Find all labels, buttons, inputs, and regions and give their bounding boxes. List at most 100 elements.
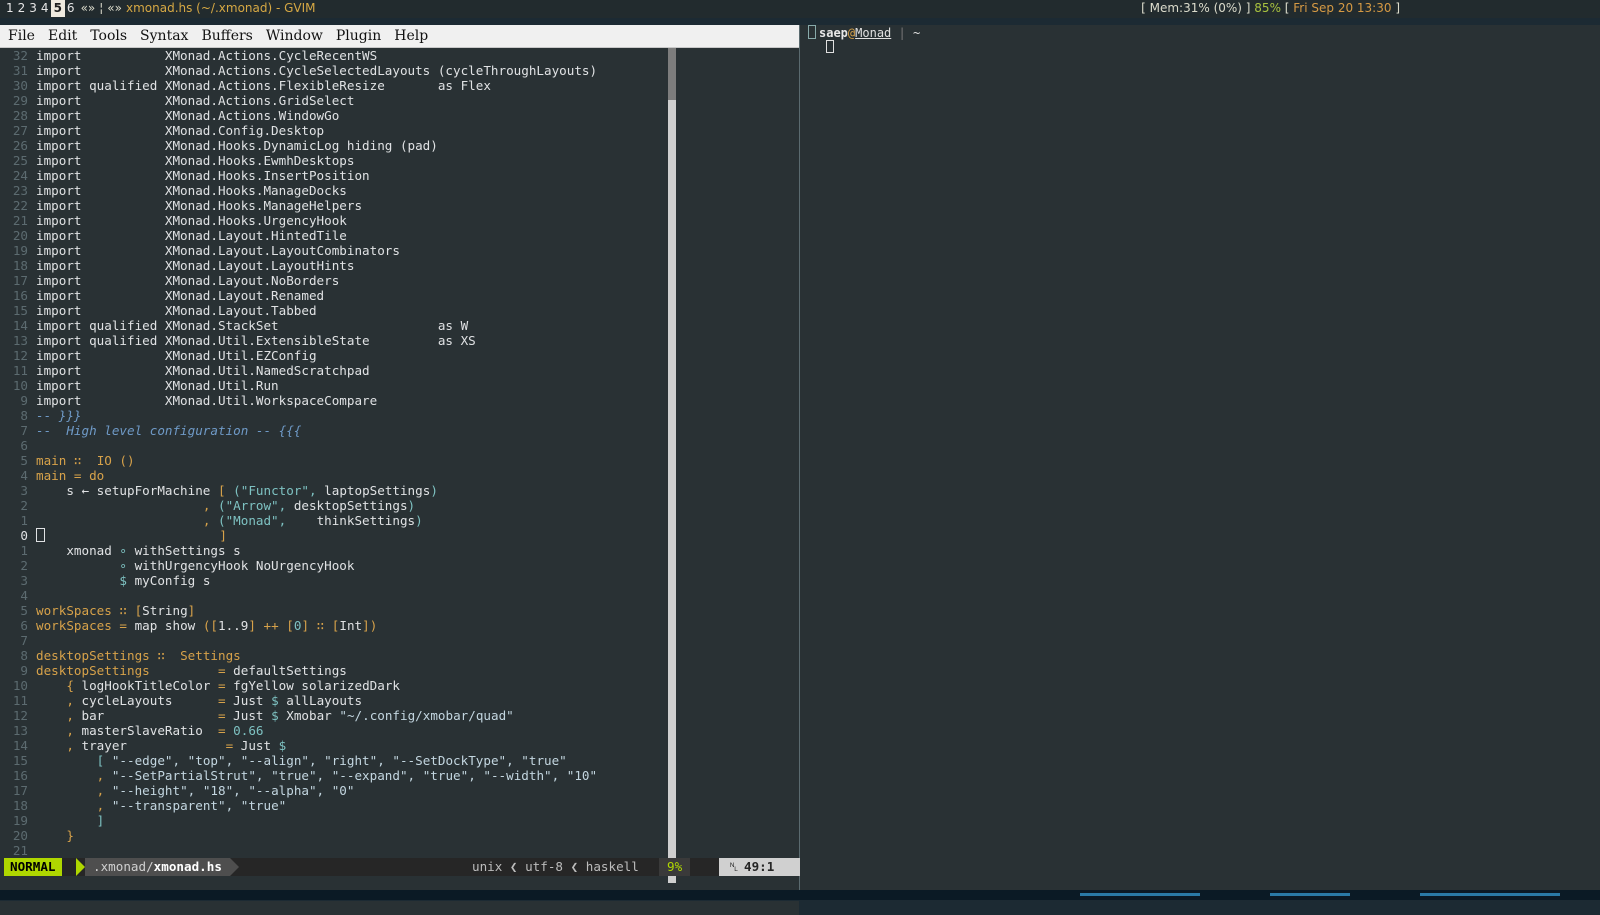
- code-token: trayer: [81, 738, 226, 753]
- code-token: xmonad: [36, 543, 120, 558]
- code-line[interactable]: 12 , bar = Just $ Xmobar "~/.config/xmob…: [0, 708, 670, 723]
- code-line[interactable]: 4: [0, 588, 670, 603]
- line-number: 14: [12, 738, 28, 753]
- code-line[interactable]: 16 , "--SetPartialStrut", "true", "--exp…: [0, 768, 670, 783]
- code-line[interactable]: 7 -- High level configuration -- {{{: [0, 423, 670, 438]
- code-line[interactable]: 9 desktopSettings = defaultSettings: [0, 663, 670, 678]
- code-line[interactable]: 19 ]: [0, 813, 670, 828]
- menu-buffers[interactable]: Buffers: [201, 25, 252, 47]
- code-line[interactable]: 8 -- }}}: [0, 408, 670, 423]
- code-line[interactable]: 13 , masterSlaveRatio = 0.66: [0, 723, 670, 738]
- code-line[interactable]: 5 main ∷ IO (): [0, 453, 670, 468]
- line-number: 3: [20, 573, 28, 588]
- code-line[interactable]: 6 workSpaces = map show ([1..9] ++ [0] ∷ …: [0, 618, 670, 633]
- code-line[interactable]: 15 import XMonad.Layout.Tabbed: [0, 303, 670, 318]
- code-editor[interactable]: 32 import XMonad.Actions.CycleRecentWS 31 i…: [0, 48, 670, 883]
- desktop-wallpaper-strip: [0, 890, 1600, 900]
- code-line[interactable]: 23 import XMonad.Hooks.ManageDocks: [0, 183, 670, 198]
- code-line[interactable]: 2 ∘ withUrgencyHook NoUrgencyHook: [0, 558, 670, 573]
- code-line[interactable]: 26 import XMonad.Hooks.DynamicLog hiding …: [0, 138, 670, 153]
- code-line[interactable]: 21: [0, 843, 670, 858]
- code-line[interactable]: 31 import XMonad.Actions.CycleSelectedLay…: [0, 63, 670, 78]
- code-line[interactable]: 17 , "--height", "18", "--alpha", "0": [0, 783, 670, 798]
- code-token: "--SetPartialStrut", "true", "--expand",…: [111, 768, 598, 783]
- menu-help[interactable]: Help: [394, 25, 428, 47]
- line-number: 32: [12, 48, 28, 63]
- code-token: withUrgencyHook NoUrgencyHook: [127, 558, 355, 573]
- code-line[interactable]: 18 , "--transparent", "true": [0, 798, 670, 813]
- code-token: 1..9: [218, 618, 249, 633]
- code-line[interactable]: 20 }: [0, 828, 670, 843]
- code-line[interactable]: 12 import XMonad.Util.EZConfig: [0, 348, 670, 363]
- code-line[interactable]: 32 import XMonad.Actions.CycleRecentWS: [0, 48, 670, 63]
- code-line[interactable]: 1 , ("Monad", thinkSettings): [0, 513, 670, 528]
- menu-tools[interactable]: Tools: [90, 25, 127, 47]
- code-token: -- }}}: [36, 408, 82, 423]
- code-line[interactable]: 19 import XMonad.Layout.LayoutCombinators: [0, 243, 670, 258]
- code-line[interactable]: 15 [ "--edge", "top", "--align", "right"…: [0, 753, 670, 768]
- code-line[interactable]: 30 import qualified XMonad.Actions.Flexib…: [0, 78, 670, 93]
- prompt-pipe: |: [891, 26, 913, 40]
- code-line[interactable]: 3 s ← setupForMachine [ ("Functor", lapt…: [0, 483, 670, 498]
- code-line[interactable]: 14 import qualified XMonad.StackSet as W: [0, 318, 670, 333]
- code-line[interactable]: 10 import XMonad.Util.Run: [0, 378, 670, 393]
- vertical-scrollbar[interactable]: [668, 48, 676, 883]
- code-token: ]: [248, 618, 264, 633]
- code-line[interactable]: 9 import XMonad.Util.WorkspaceCompare: [0, 393, 670, 408]
- code-line[interactable]: 5 workSpaces ∷ [String]: [0, 603, 670, 618]
- date-value: Fri Sep 20 13:30: [1293, 1, 1392, 15]
- code-line[interactable]: 24 import XMonad.Hooks.InsertPosition: [0, 168, 670, 183]
- prompt-box-icon: [808, 25, 816, 39]
- code-token: ]: [96, 813, 105, 828]
- code-token: Xmobar: [278, 708, 340, 723]
- code-token: import qualified XMonad.Util.ExtensibleS…: [36, 333, 476, 348]
- workspace-5[interactable]: 5: [50, 0, 65, 17]
- code-token: "--transparent", "true": [111, 798, 287, 813]
- menu-syntax[interactable]: Syntax: [140, 25, 188, 47]
- code-line[interactable]: 8 desktopSettings ∷ Settings: [0, 648, 670, 663]
- workspace-2[interactable]: 2: [16, 0, 28, 17]
- code-line[interactable]: 4 main = do: [0, 468, 670, 483]
- code-line[interactable]: 16 import XMonad.Layout.Renamed: [0, 288, 670, 303]
- workspace-1[interactable]: 1: [4, 0, 16, 17]
- code-line[interactable]: 0 ]: [0, 528, 670, 543]
- code-line[interactable]: 13 import qualified XMonad.Util.Extensibl…: [0, 333, 670, 348]
- code-line[interactable]: 10 { logHookTitleColor = fgYellow solari…: [0, 678, 670, 693]
- menu-edit[interactable]: Edit: [48, 25, 77, 47]
- workspace-3[interactable]: 3: [27, 0, 39, 17]
- code-line[interactable]: 1 xmonad ∘ withSettings s: [0, 543, 670, 558]
- code-line[interactable]: 6: [0, 438, 670, 453]
- line-number: 15: [12, 303, 28, 318]
- code-line[interactable]: 2 , ("Arrow", desktopSettings): [0, 498, 670, 513]
- code-line[interactable]: 3 $ myConfig s: [0, 573, 670, 588]
- code-token: import qualified XMonad.StackSet as W: [36, 318, 469, 333]
- code-line[interactable]: 27 import XMonad.Config.Desktop: [0, 123, 670, 138]
- workspace-4[interactable]: 4: [39, 0, 51, 17]
- workspace-6[interactable]: 6: [65, 0, 77, 17]
- code-token: import XMonad.Util.WorkspaceCompare: [36, 393, 378, 408]
- code-line[interactable]: 7: [0, 633, 670, 648]
- line-number: 11: [12, 693, 28, 708]
- code-line[interactable]: 22 import XMonad.Hooks.ManageHelpers: [0, 198, 670, 213]
- code-token: ,: [66, 708, 82, 723]
- code-token: main: [36, 453, 67, 468]
- scrollbar-thumb[interactable]: [668, 48, 676, 100]
- code-line[interactable]: 18 import XMonad.Layout.LayoutHints: [0, 258, 670, 273]
- menu-window[interactable]: Window: [266, 25, 323, 47]
- code-line[interactable]: 17 import XMonad.Layout.NoBorders: [0, 273, 670, 288]
- code-line[interactable]: 25 import XMonad.Hooks.EwmhDesktops: [0, 153, 670, 168]
- terminal-window[interactable]: saep@Monad | ~: [800, 25, 1600, 900]
- menu-file[interactable]: File: [8, 25, 35, 47]
- code-line[interactable]: 28 import XMonad.Actions.WindowGo: [0, 108, 670, 123]
- code-line[interactable]: 21 import XMonad.Hooks.UrgencyHook: [0, 213, 670, 228]
- code-token: }: [66, 828, 74, 843]
- code-line[interactable]: 11 import XMonad.Util.NamedScratchpad: [0, 363, 670, 378]
- menu-plugin[interactable]: Plugin: [336, 25, 381, 47]
- code-line[interactable]: 14 , trayer = Just $: [0, 738, 670, 753]
- code-line[interactable]: 11 , cycleLayouts = Just $ allLayouts: [0, 693, 670, 708]
- code-line[interactable]: 29 import XMonad.Actions.GridSelect: [0, 93, 670, 108]
- code-line[interactable]: 20 import XMonad.Layout.HintedTile: [0, 228, 670, 243]
- line-number: 9: [20, 663, 28, 678]
